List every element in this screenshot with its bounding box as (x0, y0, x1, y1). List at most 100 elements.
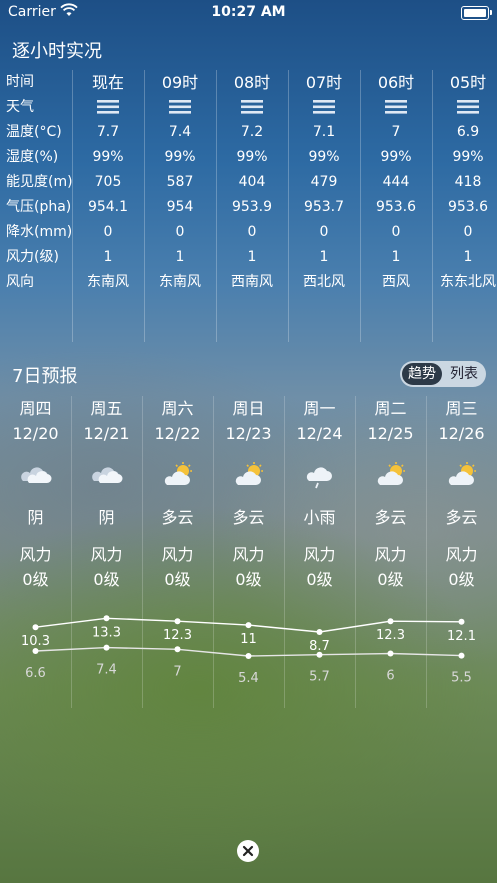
low-temp-point (387, 650, 394, 657)
hourly-visibility: 444 (382, 174, 410, 190)
forecast-wind-label: 风力 (90, 545, 123, 564)
hourly-time: 07时 (305, 73, 343, 92)
hourly-time: 现在 (91, 73, 124, 92)
hourly-time: 09时 (161, 73, 199, 92)
hourly-wind-level: 1 (175, 249, 185, 265)
fog-icon (216, 95, 288, 120)
low-temp-label: 7.4 (96, 663, 117, 678)
hourly-wind-dir: 西风 (382, 274, 410, 290)
partly-cloudy-icon (426, 462, 497, 490)
hourly-humidity: 99% (308, 149, 340, 165)
forecast-weekday: 周六 (161, 399, 194, 418)
close-button[interactable] (237, 840, 259, 862)
hourly-column: 现在 7.7 99% 705 954.1 0 1 东南风 (72, 70, 145, 342)
row-label-humidity: 湿度(%) (6, 149, 59, 165)
high-temp-point (103, 615, 110, 622)
low-temp-label: 6.6 (25, 666, 46, 681)
hourly-column: 06时 7 99% 444 953.6 0 1 西风 (360, 70, 433, 342)
forecast-desc: 多云 (374, 508, 407, 527)
forecast-desc: 多云 (161, 508, 194, 527)
high-temp-point (245, 622, 252, 629)
high-temp-label: 12.3 (376, 628, 405, 643)
hourly-wind-dir: 东南风 (159, 274, 201, 290)
fog-icon (360, 95, 432, 120)
forecast-date: 12/25 (367, 424, 414, 443)
hourly-column: 07时 7.1 99% 479 953.7 0 1 西北风 (288, 70, 361, 342)
hourly-precip: 0 (247, 224, 257, 240)
forecast-desc: 阴 (27, 508, 44, 527)
high-temp-label: 12.1 (447, 629, 476, 644)
high-temp-label: 11 (240, 632, 257, 647)
hourly-wind-dir: 西北风 (303, 274, 345, 290)
hourly-humidity: 99% (380, 149, 412, 165)
forecast-wind-label: 风力 (232, 545, 265, 564)
hourly-temp: 7.7 (96, 124, 120, 140)
low-temp-point (458, 652, 465, 659)
forecast-date: 12/21 (83, 424, 130, 443)
hourly-wind-level: 1 (319, 249, 329, 265)
high-temp-point (174, 618, 181, 625)
hourly-pressure: 953.9 (231, 199, 273, 215)
forecast-desc: 多云 (232, 508, 265, 527)
forecast-wind-label: 风力 (374, 545, 407, 564)
hourly-row-labels: 时间 天气 温度(°C) 湿度(%) 能见度(m) 气压(pha) 降水(mm)… (0, 70, 73, 342)
hourly-wind-level: 1 (247, 249, 257, 265)
forecast-weekday: 周三 (445, 399, 478, 418)
fog-icon (432, 95, 497, 120)
hourly-visibility: 479 (310, 174, 338, 190)
hourly-column: 05时 6.9 99% 418 953.6 0 1 东东北风 (432, 70, 497, 342)
temperature-trend-chart: 10.36.613.37.412.37115.48.75.712.3612.15… (21, 615, 476, 686)
low-temp-label: 6 (386, 669, 394, 684)
hourly-visibility: 587 (166, 174, 194, 190)
forecast-wind-level: 0级 (377, 570, 404, 589)
low-temp-point (245, 653, 252, 659)
forecast-wind-level: 0级 (22, 570, 49, 589)
hourly-visibility: 705 (94, 174, 122, 190)
forecast-wind-level: 0级 (448, 570, 475, 589)
hourly-table[interactable]: 时间 天气 温度(°C) 湿度(%) 能见度(m) 气压(pha) 降水(mm)… (0, 70, 497, 342)
forecast-wind-level: 0级 (164, 570, 191, 589)
forecast-desc: 阴 (98, 508, 115, 527)
hourly-wind-level: 1 (103, 249, 113, 265)
forecast-date: 12/24 (296, 424, 343, 443)
toggle-list[interactable]: 列表 (444, 363, 484, 385)
hourly-precip: 0 (463, 224, 473, 240)
row-label-weather: 天气 (6, 99, 34, 115)
forecast-desc: 小雨 (303, 508, 336, 527)
hourly-humidity: 99% (92, 149, 124, 165)
hourly-pressure: 953.6 (447, 199, 489, 215)
low-temp-point (103, 644, 110, 651)
hourly-temp: 7.1 (312, 124, 336, 140)
forecast-weekday: 周一 (303, 399, 336, 418)
forecast-weekday: 周日 (232, 399, 265, 418)
fog-icon (144, 95, 216, 120)
hourly-title: 逐小时实况 (12, 41, 102, 62)
hourly-wind-level: 1 (463, 249, 473, 265)
hourly-precip: 0 (103, 224, 113, 240)
forecast-wind-level: 0级 (235, 570, 262, 589)
forecast-wind-label: 风力 (19, 545, 52, 564)
row-label-time: 时间 (6, 74, 34, 90)
toggle-trend[interactable]: 趋势 (402, 363, 442, 385)
high-temp-point (32, 624, 39, 631)
hourly-column: 08时 7.2 99% 404 953.9 0 1 西南风 (216, 70, 289, 342)
hourly-time: 08时 (233, 73, 271, 92)
low-temp-point (32, 648, 39, 654)
low-temp-label: 5.5 (451, 671, 472, 686)
high-temp-label: 12.3 (163, 628, 192, 643)
high-temp-label: 10.3 (21, 634, 50, 649)
hourly-temp: 7.4 (168, 124, 192, 140)
battery-icon (461, 6, 492, 20)
hourly-humidity: 99% (236, 149, 268, 165)
status-time: 10:27 AM (211, 4, 286, 20)
view-toggle[interactable]: 趋势 列表 (400, 361, 486, 387)
hourly-precip: 0 (175, 224, 185, 240)
forecast-weekday: 周五 (90, 399, 123, 418)
low-temp-point (316, 651, 323, 658)
hourly-temp: 7.2 (240, 124, 264, 140)
row-label-temp: 温度(°C) (6, 124, 62, 140)
low-temp-point (174, 646, 181, 653)
hourly-precip: 0 (391, 224, 401, 240)
forecast-weekday: 周二 (374, 399, 407, 418)
hourly-pressure: 953.6 (375, 199, 417, 215)
